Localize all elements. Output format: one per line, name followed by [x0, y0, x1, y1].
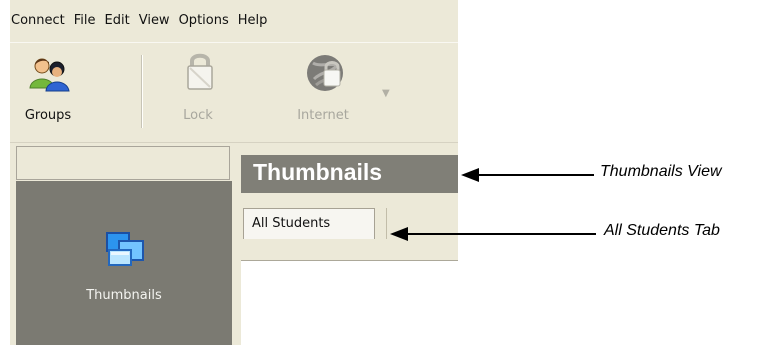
thumbnails-view-annotation: Thumbnails View	[600, 163, 722, 180]
sidebar-header	[16, 146, 230, 180]
internet-lock-icon	[307, 55, 343, 91]
sidebar-thumbnails-label: Thumbnails	[86, 288, 162, 303]
groups-label: Groups	[24, 108, 72, 123]
thumbnails-view: Thumbnails All Students	[241, 155, 458, 345]
internet-button[interactable]: Internet	[268, 43, 378, 143]
groups-icon	[29, 58, 70, 92]
page-title: Thumbnails	[253, 159, 383, 185]
toolbar-divider	[10, 142, 458, 143]
tab-separator	[386, 208, 387, 239]
app-window: Connect File Edit View Options Help Grou…	[10, 0, 458, 345]
all-students-tab-arrow-head	[390, 227, 408, 241]
sidebar: Thumbnails	[10, 146, 232, 345]
lock-icon	[187, 53, 213, 90]
view-header: Thumbnails	[241, 155, 458, 193]
thumbnails-icon	[106, 232, 144, 266]
content-pane	[241, 260, 458, 345]
sidebar-navigation: Thumbnails	[16, 181, 232, 345]
menu-options[interactable]: Options	[178, 0, 237, 42]
tab-all-students[interactable]: All Students	[243, 208, 375, 239]
all-students-tab-annotation: All Students Tab	[604, 222, 720, 239]
all-students-tab-arrow-line	[408, 233, 596, 235]
toolbar-separator	[141, 55, 142, 128]
menu-bar: Connect File Edit View Options Help	[10, 0, 458, 42]
thumbnails-view-arrow-line	[478, 174, 594, 176]
menu-view[interactable]: View	[138, 0, 178, 42]
lock-button[interactable]: Lock	[158, 43, 238, 143]
tab-label: All Students	[252, 216, 331, 231]
menu-connect[interactable]: Connect	[10, 0, 73, 42]
groups-button[interactable]: Groups	[10, 43, 86, 143]
internet-dropdown-icon[interactable]: ▼	[382, 88, 390, 99]
lock-label: Lock	[183, 108, 213, 123]
menu-edit[interactable]: Edit	[104, 0, 138, 42]
toolbar: Groups Lock Internet ▼	[10, 42, 458, 143]
thumbnails-view-arrow-head	[461, 168, 479, 182]
internet-label: Internet	[297, 108, 349, 123]
menu-file[interactable]: File	[73, 0, 104, 42]
menu-help[interactable]: Help	[237, 0, 276, 42]
sidebar-item-thumbnails[interactable]: Thumbnails	[16, 181, 232, 345]
tab-strip: All Students	[241, 193, 458, 239]
